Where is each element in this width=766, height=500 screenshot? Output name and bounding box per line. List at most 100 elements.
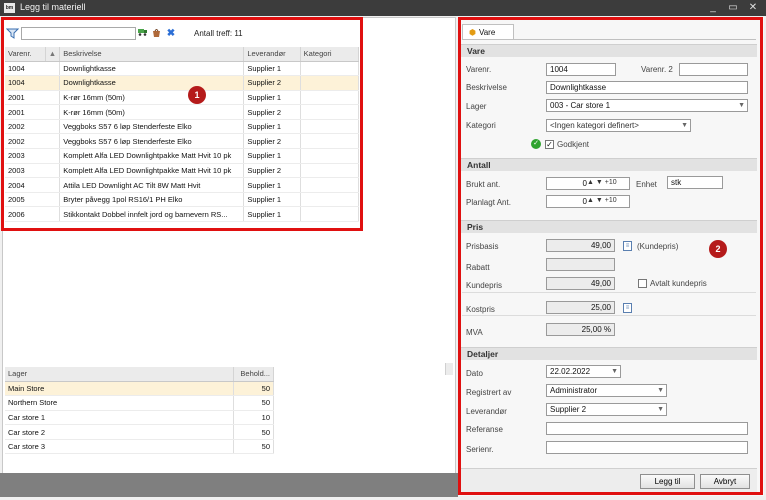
callout-badge-2: 2	[709, 240, 727, 258]
step-label[interactable]: +10	[605, 179, 617, 186]
scrollbar[interactable]	[445, 363, 453, 375]
label-brukt: Brukt ant.	[466, 180, 501, 189]
planlagt-spin-buttons[interactable]: ▲ ▼ +10	[587, 197, 617, 204]
stock-table-header: Lager Behold...	[5, 367, 274, 382]
table-row[interactable]: 2001 K-rør 16mm (50m) Supplier 1	[5, 90, 360, 106]
table-row[interactable]: 1004 Downlightkasse Supplier 1	[5, 61, 360, 77]
table-row[interactable]: 1004 Downlightkasse Supplier 2	[5, 75, 360, 91]
cancel-button[interactable]: Avbryt	[700, 474, 750, 489]
col-beskrivelse[interactable]: Beskrivelse	[59, 47, 245, 62]
cell-beskrivelse: Veggboks S57 6 løp Stenderfeste Elko	[59, 119, 245, 135]
enhet-field[interactable]: stk	[667, 176, 723, 189]
label-rabatt: Rabatt	[466, 263, 490, 272]
cell-kategori	[300, 148, 360, 164]
table-row[interactable]: Car store 3 50	[5, 439, 274, 455]
increment-icon[interactable]: ▲	[587, 197, 594, 204]
referanse-field[interactable]	[546, 422, 748, 435]
decrement-icon[interactable]: ▼	[596, 197, 603, 204]
table-row[interactable]: Main Store 50	[5, 381, 274, 397]
cell-beskrivelse: Attila LED Downlight AC Tilt 8W Matt Hvi…	[59, 177, 245, 193]
window-title: Legg til materiell	[20, 2, 86, 12]
search-input[interactable]	[21, 27, 136, 40]
table-row[interactable]: 2006 Stikkontakt Dobbel innfelt jord og b…	[5, 206, 360, 223]
cell-varenr: 1004	[5, 75, 61, 91]
bag-icon[interactable]	[150, 27, 162, 40]
godkjent-checkbox[interactable]: ✓	[545, 140, 554, 149]
avtalt-kundepris-checkbox[interactable]	[638, 279, 647, 288]
cell-leverandor: Supplier 2	[243, 75, 301, 91]
table-row[interactable]: 2005 Bryter påvegg 1pol RS16/1 PH Elko Sup…	[5, 192, 360, 208]
cell-varenr: 2003	[5, 163, 61, 179]
dato-value: 22.02.2022	[550, 367, 591, 376]
cell-kategori	[300, 206, 360, 223]
product-table-header: Varenr. ▲ Beskrivelse Leverandør Kategor…	[5, 47, 360, 62]
chevron-down-icon: ▼	[657, 387, 664, 394]
label-kategori: Kategori	[466, 121, 496, 130]
tab-vare[interactable]: ⬢ Vare	[462, 24, 514, 40]
col-beholdning[interactable]: Behold...	[233, 367, 274, 382]
label-planlagt: Planlagt Ant.	[466, 198, 511, 207]
registrert-dropdown[interactable]: Administrator ▼	[546, 384, 667, 397]
app-logo-icon: bm	[4, 3, 15, 13]
chevron-down-icon: ▼	[657, 406, 664, 413]
lager-dropdown[interactable]: 003 - Car store 1 ▼	[546, 99, 748, 112]
label-lager: Lager	[466, 102, 487, 111]
cell-leverandor: Supplier 1	[243, 61, 301, 77]
add-button[interactable]: Legg til	[640, 474, 695, 489]
table-row[interactable]: 2003 Komplett Alfa LED Downlightpakke Mat…	[5, 148, 360, 164]
table-row[interactable]: 2002 Veggboks S57 6 løp Stenderfeste Elko…	[5, 133, 360, 150]
col-kategori[interactable]: Kategori	[300, 47, 360, 62]
col-lager[interactable]: Lager	[5, 367, 234, 382]
beskrivelse-field[interactable]: Downlightkasse	[546, 81, 748, 94]
varenr2-field[interactable]	[679, 63, 748, 76]
mva-field[interactable]: 25,00 %	[546, 323, 615, 336]
cell-beholdning: 50	[233, 395, 274, 411]
cell-kategori	[300, 192, 360, 208]
cell-leverandor: Supplier 1	[243, 192, 301, 208]
search-toolbar: ✖ Antall treff: 11	[4, 24, 450, 44]
col-varenr[interactable]: Varenr.	[5, 47, 46, 62]
minimize-icon[interactable]: _	[706, 1, 720, 15]
col-leverandor[interactable]: Leverandør	[243, 47, 301, 62]
sort-ascending-icon[interactable]: ▲	[45, 47, 61, 62]
cell-beskrivelse: K-rør 16mm (50m)	[59, 90, 245, 106]
increment-icon[interactable]: ▲	[587, 179, 594, 186]
table-row[interactable]: Car store 2 50	[5, 424, 274, 440]
filter-icon[interactable]	[5, 27, 20, 40]
product-table: Varenr. ▲ Beskrivelse Leverandør Kategor…	[5, 47, 360, 223]
step-label[interactable]: +10	[605, 197, 617, 204]
prisbasis-field[interactable]: 49,00	[546, 239, 615, 252]
brukt-spin-buttons[interactable]: ▲ ▼ +10	[587, 179, 617, 186]
table-row[interactable]: 2002 Veggboks S57 6 løp Stenderfeste Elko…	[5, 119, 360, 135]
truck-icon[interactable]	[136, 27, 148, 40]
cell-beskrivelse: Veggboks S57 6 løp Stenderfeste Elko	[59, 133, 245, 150]
cell-leverandor: Supplier 1	[243, 148, 301, 164]
chevron-down-icon: ▼	[738, 102, 745, 109]
kostpris-field[interactable]: 25,00	[546, 301, 615, 314]
table-row[interactable]: 2004 Attila LED Downlight AC Tilt 8W Matt…	[5, 177, 360, 193]
serienr-field[interactable]	[546, 441, 748, 454]
kundepris-field[interactable]: 49,00	[546, 277, 615, 290]
decrement-icon[interactable]: ▼	[596, 179, 603, 186]
leverandor-dropdown[interactable]: Supplier 2 ▼	[546, 403, 667, 416]
varenr-field[interactable]: 1004	[546, 63, 616, 76]
table-row[interactable]: 2001 K-rør 16mm (50m) Supplier 2	[5, 104, 360, 120]
cell-kategori	[300, 61, 360, 77]
maximize-icon[interactable]: ▭	[726, 1, 740, 15]
table-row[interactable]: Car store 1 10	[5, 410, 274, 426]
document-icon[interactable]: ≡	[623, 303, 632, 313]
kategori-dropdown[interactable]: <Ingen kategori definert> ▼	[546, 119, 691, 132]
cell-kategori	[300, 104, 360, 120]
document-icon[interactable]: ≡	[623, 241, 632, 251]
cell-beskrivelse: Downlightkasse	[59, 75, 245, 91]
dato-picker[interactable]: 22.02.2022 ▼	[546, 365, 621, 378]
table-row[interactable]: 2003 Komplett Alfa LED Downlightpakke Mat…	[5, 163, 360, 179]
rabatt-field[interactable]	[546, 258, 615, 271]
close-icon[interactable]: ✕	[746, 1, 760, 15]
label-leverandor: Leverandør	[466, 407, 507, 416]
table-row[interactable]: Northern Store 50	[5, 395, 274, 411]
section-antall: Antall	[461, 158, 757, 171]
clear-icon[interactable]: ✖	[165, 27, 177, 40]
cell-varenr: 1004	[5, 61, 61, 77]
registrert-value: Administrator	[550, 386, 598, 395]
